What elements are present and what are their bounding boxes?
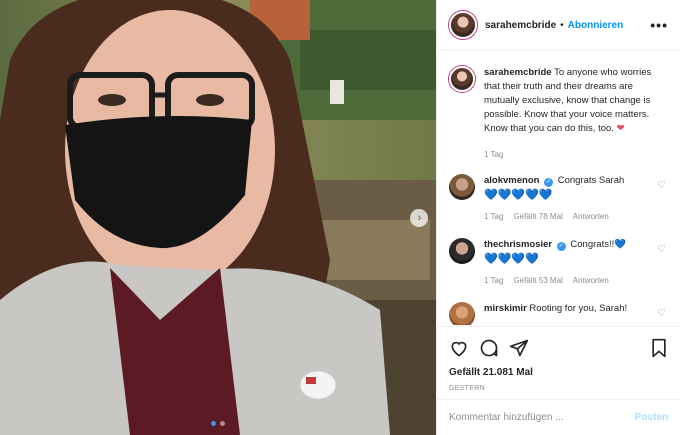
selfie-image <box>0 0 436 435</box>
verified-icon: ✓ <box>556 242 566 251</box>
comment-time: 1 Tag <box>484 276 504 285</box>
post-side-panel: sarahemcbride • Abonnieren ••• sarahemcb… <box>436 0 680 435</box>
carousel-dot <box>220 421 225 426</box>
comment-emoji: 💙💙💙💙💙 <box>484 189 553 201</box>
verified-icon: ✓ <box>544 178 554 187</box>
avatar[interactable] <box>449 302 475 325</box>
avatar[interactable] <box>449 238 475 264</box>
post-comment-button[interactable]: Posten <box>635 412 668 423</box>
like-comment-icon[interactable]: ♡ <box>657 308 666 319</box>
comment-text: Rooting for you, Sarah! <box>529 303 628 314</box>
follow-button[interactable]: Abonnieren <box>568 20 624 31</box>
post-date: GESTERN <box>449 385 485 392</box>
share-icon[interactable] <box>509 338 529 358</box>
comment-likes[interactable]: Gefällt 78 Mal <box>513 210 562 224</box>
chevron-right-icon: › <box>417 211 422 224</box>
comment-username[interactable]: alokvmenon <box>484 175 539 186</box>
action-icons <box>449 335 668 361</box>
comment-form: Posten <box>437 399 680 435</box>
post-actions: Gefällt 21.081 Mal GESTERN <box>437 326 680 392</box>
comments-list[interactable]: sarahemcbride To anyone who worries that… <box>437 52 680 325</box>
list-item: thechrismosier ✓ Congrats!!💙 💙💙💙💙 1 Tag … <box>449 238 668 288</box>
avatar[interactable] <box>449 174 475 200</box>
post-photo[interactable]: › <box>0 0 436 435</box>
caption: sarahemcbride To anyone who worries that… <box>449 66 668 162</box>
comment-time: 1 Tag <box>484 212 504 221</box>
comment-likes[interactable]: Gefällt 53 Mal <box>513 274 562 288</box>
comment-text: Congrats Sarah <box>557 175 625 186</box>
like-comment-icon[interactable]: ♡ <box>657 244 666 255</box>
reply-button[interactable]: Antworten <box>573 210 609 224</box>
comment-text: Congrats!!💙 <box>570 239 627 250</box>
separator-dot: • <box>560 19 564 31</box>
caption-time: 1 Tag <box>484 150 504 159</box>
comment-icon[interactable] <box>479 338 499 358</box>
like-comment-icon[interactable]: ♡ <box>657 180 666 191</box>
carousel-dot-active <box>211 421 216 426</box>
post-header: sarahemcbride • Abonnieren ••• <box>437 0 680 51</box>
comment-input[interactable] <box>449 412 635 423</box>
heart-emoji: ❤ <box>616 123 625 134</box>
next-image-button[interactable]: › <box>410 209 428 227</box>
comment-username[interactable]: mirskimir <box>484 303 527 314</box>
author-username[interactable]: sarahemcbride <box>485 20 556 31</box>
comment-emoji: 💙💙💙💙 <box>484 253 539 265</box>
avatar[interactable] <box>449 66 475 92</box>
list-item: mirskimir Rooting for you, Sarah! ♡ <box>449 302 668 325</box>
heart-icon[interactable] <box>449 338 469 358</box>
reply-button[interactable]: Antworten <box>573 274 609 288</box>
carousel-indicator <box>211 421 225 426</box>
likes-count[interactable]: Gefällt 21.081 Mal <box>449 367 668 378</box>
caption-username[interactable]: sarahemcbride <box>484 67 552 78</box>
comment-username[interactable]: thechrismosier <box>484 239 552 250</box>
list-item: alokvmenon ✓ Congrats Sarah 💙💙💙💙💙 1 Tag … <box>449 174 668 224</box>
bookmark-icon[interactable] <box>650 338 668 358</box>
more-options-icon[interactable]: ••• <box>650 17 668 33</box>
avatar[interactable] <box>449 11 477 39</box>
